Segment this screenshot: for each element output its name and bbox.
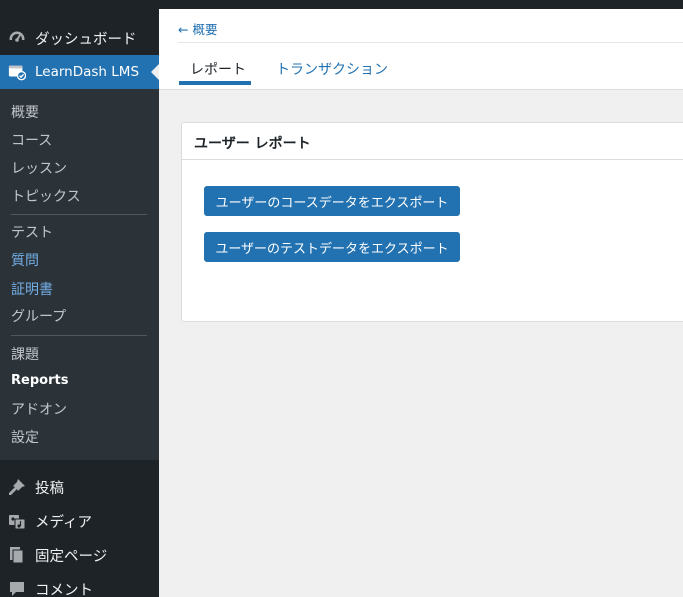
menu-comments[interactable]: コメント: [0, 575, 159, 597]
submenu-settings[interactable]: 設定: [11, 427, 39, 447]
learndash-submenu: 概要 コース レッスン トピックス テスト 質問 証明書 グループ 課題 Rep…: [0, 89, 159, 460]
submenu-certificates[interactable]: 証明書: [11, 279, 53, 299]
menu-pages-label: 固定ページ: [35, 548, 108, 565]
active-tab-indicator: [179, 81, 251, 85]
header-divider: [178, 42, 683, 43]
export-course-data-button[interactable]: ユーザーのコースデータをエクスポート: [204, 186, 460, 216]
menu-posts-label: 投稿: [35, 480, 64, 497]
export-quiz-data-button[interactable]: ユーザーのテストデータをエクスポート: [204, 232, 460, 262]
card-divider: [182, 159, 683, 160]
tab-transactions[interactable]: トランザクション: [276, 59, 388, 79]
pushpin-icon: [8, 478, 26, 496]
menu-dashboard-label: ダッシュボード: [35, 31, 137, 48]
learndash-icon: [8, 63, 26, 81]
menu-learndash-label: LearnDash LMS: [35, 64, 140, 80]
submenu-reports[interactable]: Reports: [11, 373, 68, 388]
back-to-overview-link[interactable]: ← 概要: [178, 19, 217, 38]
media-icon: [8, 512, 26, 530]
admin-sidebar: ダッシュボード LearnDash LMS 概要 コース レッスン トピックス …: [0, 0, 159, 597]
menu-pages[interactable]: 固定ページ: [0, 541, 159, 569]
submenu-separator: [11, 335, 147, 336]
pages-icon: [8, 546, 26, 564]
submenu-topics[interactable]: トピックス: [11, 186, 81, 206]
user-report-card: ユーザー レポート ユーザーのコースデータをエクスポート ユーザーのテストデータ…: [181, 122, 683, 322]
comment-bubble-icon: [8, 580, 26, 597]
menu-posts[interactable]: 投稿: [0, 473, 159, 501]
dashboard-gauge-icon: [8, 29, 26, 47]
submenu-lessons[interactable]: レッスン: [11, 158, 67, 178]
menu-media-label: メディア: [35, 514, 92, 531]
submenu-groups[interactable]: グループ: [11, 306, 66, 326]
submenu-addons[interactable]: アドオン: [11, 399, 67, 419]
page-header: ← 概要 レポート トランザクション: [159, 9, 683, 90]
main-content: ← 概要 レポート トランザクション ユーザー レポート ユーザーのコースデータ…: [159, 9, 683, 597]
menu-media[interactable]: メディア: [0, 507, 159, 535]
submenu-assignments[interactable]: 課題: [11, 344, 39, 364]
submenu-separator: [11, 214, 147, 215]
submenu-quizzes[interactable]: テスト: [11, 222, 53, 242]
submenu-courses[interactable]: コース: [11, 130, 52, 150]
card-title: ユーザー レポート: [194, 136, 311, 152]
submenu-questions[interactable]: 質問: [11, 250, 39, 270]
menu-learndash[interactable]: LearnDash LMS: [0, 55, 159, 89]
tab-reports[interactable]: レポート: [190, 59, 246, 79]
menu-comments-label: コメント: [35, 582, 93, 597]
submenu-overview[interactable]: 概要: [11, 102, 39, 122]
menu-dashboard[interactable]: ダッシュボード: [0, 24, 159, 52]
